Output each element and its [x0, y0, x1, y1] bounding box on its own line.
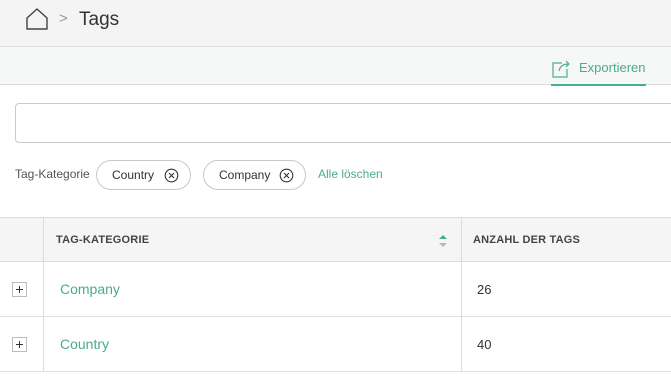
column-divider [461, 317, 462, 371]
export-icon [552, 60, 570, 78]
table-header: TAG-KATEGORIE ANZAHL DER TAGS [0, 217, 671, 262]
column-divider [43, 218, 44, 262]
export-label: Exportieren [579, 60, 646, 75]
column-divider [43, 317, 44, 371]
chip-label: Company [219, 168, 271, 182]
category-link[interactable]: Country [60, 336, 109, 352]
table-row: Company 26 [0, 262, 671, 317]
toolbar: Exportieren [0, 46, 671, 86]
remove-chip-icon[interactable] [279, 168, 294, 183]
filter-label: Tag-Kategorie [15, 167, 90, 181]
breadcrumb: > Tags [0, 0, 671, 46]
page-title: Tags [79, 9, 120, 30]
column-divider [43, 262, 44, 316]
expand-row-icon[interactable] [12, 337, 27, 352]
column-divider [461, 218, 462, 262]
filter-chip-company[interactable]: Company [203, 160, 306, 190]
column-divider [461, 262, 462, 316]
column-header-category[interactable]: TAG-KATEGORIE [56, 234, 149, 246]
search-input[interactable] [15, 103, 671, 143]
home-icon[interactable] [25, 7, 49, 31]
breadcrumb-separator: > [59, 10, 68, 27]
expand-row-icon[interactable] [12, 282, 27, 297]
filter-chip-country[interactable]: Country [96, 160, 191, 190]
remove-chip-icon[interactable] [164, 168, 179, 183]
tag-count: 40 [477, 337, 492, 352]
column-header-count[interactable]: ANZAHL DER TAGS [473, 234, 580, 246]
sort-icon[interactable] [438, 234, 448, 248]
table-row: Country 40 [0, 317, 671, 372]
export-button[interactable]: Exportieren [551, 56, 646, 86]
clear-all-link[interactable]: Alle löschen [318, 167, 383, 181]
chip-label: Country [112, 168, 155, 182]
tag-count: 26 [477, 282, 492, 297]
category-link[interactable]: Company [60, 281, 120, 297]
